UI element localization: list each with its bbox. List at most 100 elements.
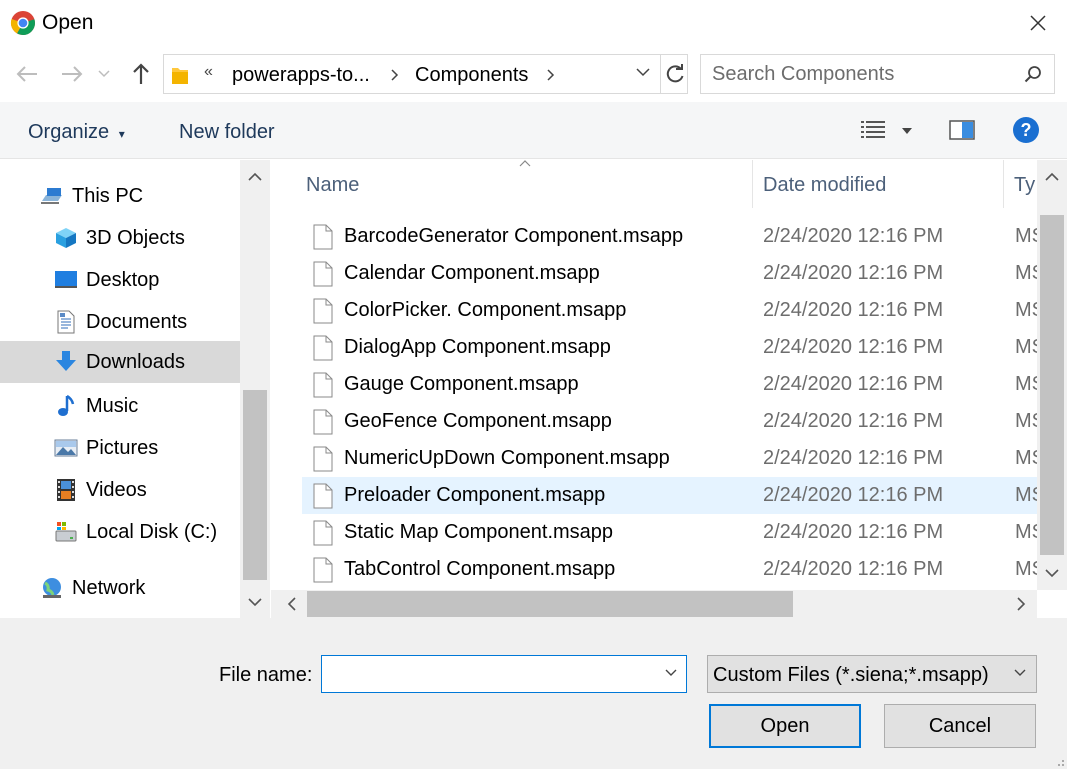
refresh-icon[interactable]	[664, 63, 686, 85]
scroll-right-button[interactable]	[1011, 594, 1031, 614]
preview-pane-icon[interactable]	[949, 119, 975, 141]
file-name: DialogApp Component.msapp	[344, 336, 611, 358]
forward-button[interactable]	[58, 60, 86, 88]
file-list: Name Date modified Ty BarcodeGenerator C…	[271, 160, 1037, 590]
file-row[interactable]: Gauge Component.msapp 2/24/2020 12:16 PM M…	[302, 366, 1037, 403]
view-details-icon[interactable]	[860, 119, 886, 141]
chevron-down-icon	[1014, 669, 1026, 676]
scroll-left-button[interactable]	[281, 594, 301, 614]
picture-icon	[54, 439, 78, 457]
sidebar-item-desktop[interactable]: Desktop	[0, 259, 240, 301]
resize-grip-icon[interactable]	[1053, 755, 1065, 767]
breadcrumb-components[interactable]: Components	[415, 64, 528, 87]
file-row[interactable]: ColorPicker. Component.msapp 2/24/2020 12…	[302, 292, 1037, 329]
file-row[interactable]: NumericUpDown Component.msapp 2/24/2020 1…	[302, 440, 1037, 477]
file-date-modified: 2/24/2020 12:16 PM	[763, 373, 944, 395]
file-name: Gauge Component.msapp	[344, 373, 579, 395]
sidebar-item-music[interactable]: Music	[0, 385, 240, 427]
column-header-label: Ty	[1014, 174, 1036, 196]
scroll-up-button[interactable]	[245, 166, 265, 186]
file-row[interactable]: Preloader Component.msapp 2/24/2020 12:16…	[302, 477, 1037, 514]
sidebar-item-label: Videos	[86, 479, 147, 501]
chrome-icon	[10, 11, 35, 35]
sidebar-item-this-pc[interactable]: This PC	[0, 175, 240, 217]
file-name: TabControl Component.msapp	[344, 558, 616, 580]
file-row[interactable]: DialogApp Component.msapp 2/24/2020 12:16…	[302, 329, 1037, 366]
sidebar-item-label: Downloads	[86, 351, 185, 373]
file-type: MS	[1015, 447, 1037, 469]
file-row[interactable]: Static Map Component.msapp 2/24/2020 12:1…	[302, 514, 1037, 551]
file-name: ColorPicker. Component.msapp	[344, 299, 627, 321]
sidebar-item-label: This PC	[72, 185, 144, 207]
file-date-modified: 2/24/2020 12:16 PM	[763, 484, 944, 506]
up-button[interactable]	[127, 60, 155, 88]
column-header-label: Date modified	[763, 174, 887, 196]
disk-icon	[55, 522, 77, 542]
file-icon	[313, 298, 333, 324]
scrollbar-thumb[interactable]	[1040, 215, 1064, 555]
sidebar-item-network[interactable]: Network	[0, 567, 240, 609]
new-folder-button[interactable]: New folder	[179, 121, 275, 144]
breadcrumb-powerapps[interactable]: powerapps-to...	[232, 64, 370, 87]
file-type: MS	[1015, 262, 1037, 284]
file-row[interactable]: TabControl Component.msapp 2/24/2020 12:1…	[302, 551, 1037, 588]
chevron-down-icon[interactable]	[665, 669, 677, 677]
breadcrumb-overflow[interactable]: «	[204, 63, 213, 81]
file-row[interactable]: Calendar Component.msapp 2/24/2020 12:16 …	[302, 255, 1037, 292]
scroll-down-button[interactable]	[1042, 563, 1062, 583]
file-name-label: File name:	[219, 664, 313, 686]
open-file-dialog: Open « powerapps-to... Components Search…	[0, 0, 1067, 769]
svg-text:?: ?	[1021, 120, 1032, 140]
sidebar-item-videos[interactable]: Videos	[0, 469, 240, 511]
file-row[interactable]: GeoFence Component.msapp 2/24/2020 12:16 …	[302, 403, 1037, 440]
sidebar-item-label: Pictures	[86, 437, 159, 459]
back-button[interactable]	[13, 60, 41, 88]
column-header-date-modified[interactable]: Date modified	[753, 160, 1003, 208]
cancel-button[interactable]: Cancel	[884, 704, 1036, 748]
column-header-type[interactable]: Ty	[1004, 160, 1037, 208]
file-row[interactable]: BarcodeGenerator Component.msapp 2/24/202…	[302, 218, 1037, 255]
search-input[interactable]	[701, 55, 1011, 93]
file-name: Calendar Component.msapp	[344, 262, 600, 284]
address-history-chevron-icon[interactable]	[636, 68, 650, 77]
file-list-horizontal-scrollbar[interactable]	[271, 590, 1037, 618]
forward-arrow-icon	[62, 66, 83, 82]
chevron-up-icon	[248, 172, 262, 181]
help-icon[interactable]: ?	[1012, 116, 1040, 144]
sidebar-item-documents[interactable]: Documents	[0, 301, 240, 343]
scroll-up-button[interactable]	[1042, 166, 1062, 186]
column-header-name[interactable]: Name	[296, 160, 752, 208]
file-icon	[313, 446, 333, 472]
chevron-right-icon	[391, 69, 399, 81]
title-bar: Open	[0, 0, 1067, 48]
file-type: MS	[1015, 225, 1037, 247]
document-icon	[57, 310, 75, 334]
open-button[interactable]: Open	[709, 704, 861, 748]
sidebar-item-downloads[interactable]: Downloads	[0, 341, 240, 383]
scroll-down-button[interactable]	[245, 592, 265, 612]
address-bar[interactable]: « powerapps-to... Components	[163, 54, 688, 94]
file-date-modified: 2/24/2020 12:16 PM	[763, 521, 944, 543]
scrollbar-thumb[interactable]	[307, 591, 793, 617]
view-options-chevron-icon[interactable]	[902, 128, 912, 134]
sidebar-item-pictures[interactable]: Pictures	[0, 427, 240, 469]
chevron-down-icon	[1045, 568, 1059, 577]
file-name: GeoFence Component.msapp	[344, 410, 612, 432]
organize-button[interactable]: Organize ▾	[28, 121, 125, 144]
scrollbar-thumb[interactable]	[243, 390, 267, 580]
file-type-filter-select[interactable]: Custom Files (*.siena;*.msapp)	[707, 655, 1037, 693]
close-button[interactable]	[1019, 8, 1057, 38]
file-name-input[interactable]	[322, 656, 652, 692]
navigation-pane-scrollbar[interactable]	[240, 160, 270, 618]
sidebar-item-label: Desktop	[86, 269, 160, 291]
sidebar-item-local-disk[interactable]: Local Disk (C:)	[0, 511, 240, 553]
command-toolbar: Organize ▾ New folder ?	[0, 102, 1067, 159]
file-list-vertical-scrollbar[interactable]	[1037, 160, 1067, 590]
sidebar-item-label: 3D Objects	[86, 227, 185, 249]
recent-locations-button[interactable]	[94, 60, 114, 88]
sidebar-item-3d-objects[interactable]: 3D Objects	[0, 217, 240, 259]
file-date-modified: 2/24/2020 12:16 PM	[763, 558, 944, 580]
navigation-pane: This PC 3D Objects Desktop Documents Dow…	[0, 160, 270, 618]
file-type: MS	[1015, 558, 1037, 580]
search-icon[interactable]	[1024, 65, 1042, 83]
